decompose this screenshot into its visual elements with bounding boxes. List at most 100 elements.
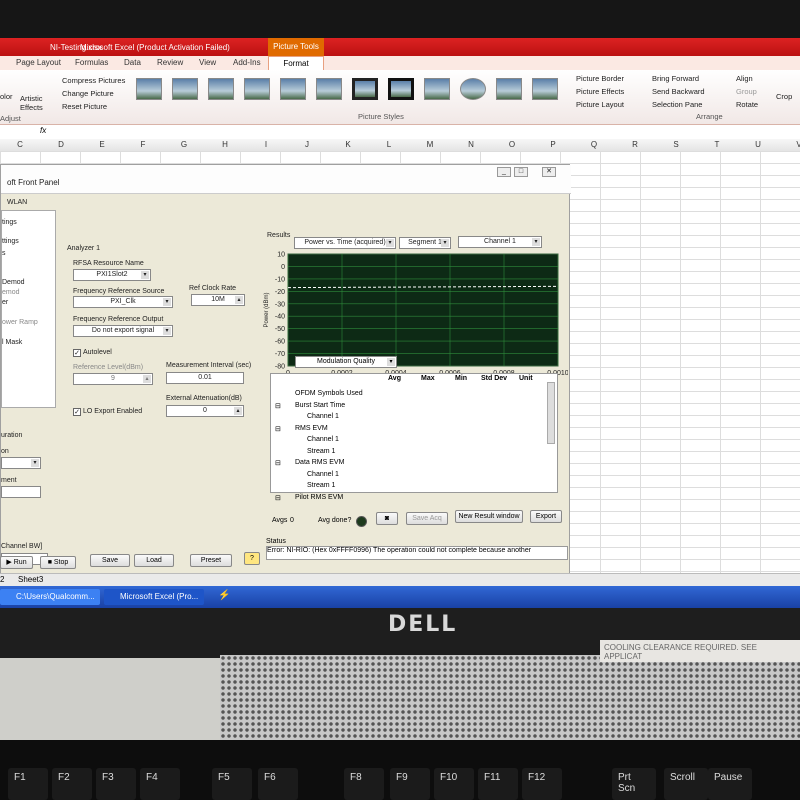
bring-forward-button[interactable]: Bring Forward — [652, 74, 699, 83]
picture-style-thumb[interactable] — [172, 78, 198, 100]
tab-view[interactable]: View — [199, 58, 216, 67]
key-scroll[interactable]: Scroll — [664, 768, 708, 800]
crop-button[interactable]: Crop — [776, 92, 792, 101]
column-header-u[interactable]: U — [738, 140, 778, 149]
picture-style-thumb[interactable] — [316, 78, 342, 100]
table-row[interactable]: Burst Start Time — [295, 402, 345, 409]
meas-interval-field[interactable]: 0.01 — [166, 372, 244, 384]
freq-ref-select[interactable]: PXI_Clk ▾ — [73, 296, 173, 308]
column-header-l[interactable]: L — [369, 140, 409, 149]
key-f10[interactable]: F10 — [434, 768, 474, 800]
picture-border-button[interactable]: Picture Border — [576, 74, 624, 83]
picture-style-thumb[interactable] — [352, 78, 378, 100]
column-header-r[interactable]: R — [615, 140, 655, 149]
table-row[interactable]: OFDM Symbols Used — [295, 390, 363, 397]
key-pause[interactable]: Pause — [708, 768, 752, 800]
autolevel-checkbox[interactable]: ✓ — [73, 349, 81, 357]
artistic-effects-button[interactable]: Artistic — [20, 94, 43, 103]
channel-select[interactable]: Channel 1 ▾ — [458, 236, 542, 248]
picture-style-thumb[interactable] — [532, 78, 558, 100]
list-item[interactable]: l Mask — [2, 339, 22, 346]
scrollbar[interactable] — [547, 382, 555, 444]
tab-format[interactable]: Format — [268, 56, 324, 70]
artistic-effects-button-line2[interactable]: Effects — [20, 103, 43, 112]
save-button[interactable]: Save — [90, 554, 130, 567]
key-f5[interactable]: F5 — [212, 768, 252, 800]
table-row[interactable]: Channel 1 — [307, 436, 339, 443]
key-f6[interactable]: F6 — [258, 768, 298, 800]
rotate-button[interactable]: Rotate — [736, 100, 758, 109]
key-f3[interactable]: F3 — [96, 768, 136, 800]
freq-out-select[interactable]: Do not export signal ▾ — [73, 325, 173, 337]
camera-button[interactable]: ◙ — [376, 512, 398, 525]
help-button[interactable]: ? — [244, 552, 260, 565]
picture-style-thumb[interactable] — [280, 78, 306, 100]
column-header-v[interactable]: V — [779, 140, 800, 149]
collapse-icon[interactable]: ⊟ — [275, 459, 281, 467]
compress-pictures-button[interactable]: Compress Pictures — [62, 76, 125, 85]
key-f11[interactable]: F11 — [478, 768, 518, 800]
group-button[interactable]: Group — [736, 87, 757, 96]
key-f2[interactable]: F2 — [52, 768, 92, 800]
column-header-h[interactable]: H — [205, 140, 245, 149]
table-row[interactable]: Pilot RMS EVM — [295, 494, 343, 501]
modulation-select[interactable]: Modulation Quality ▾ — [295, 356, 397, 368]
table-row[interactable]: Channel 1 — [307, 471, 339, 478]
key-f1[interactable]: F1 — [8, 768, 48, 800]
column-header-i[interactable]: I — [246, 140, 286, 149]
column-header-m[interactable]: M — [410, 140, 450, 149]
table-row[interactable]: Channel 1 — [307, 413, 339, 420]
picture-style-thumb[interactable] — [244, 78, 270, 100]
list-item[interactable]: Demod — [2, 279, 25, 286]
picture-style-thumb[interactable] — [496, 78, 522, 100]
taskbar-item-excel[interactable]: Microsoft Excel (Pro... — [104, 589, 204, 605]
sheet-tab-2[interactable]: 2 — [0, 575, 4, 584]
picture-style-thumb[interactable] — [460, 78, 486, 100]
column-header-t[interactable]: T — [697, 140, 737, 149]
align-button[interactable]: Align — [736, 74, 753, 83]
tab-data[interactable]: Data — [124, 58, 141, 67]
ref-level-field[interactable]: 9 ▴ — [73, 373, 153, 385]
reset-picture-button[interactable]: Reset Picture — [62, 102, 107, 111]
key-prt-scn[interactable]: Prt Scn — [612, 768, 656, 800]
tab-formulas[interactable]: Formulas — [75, 58, 108, 67]
change-picture-button[interactable]: Change Picture — [62, 89, 114, 98]
tab-add-ins[interactable]: Add-Ins — [233, 58, 261, 67]
taskbar-item-explorer[interactable]: C:\Users\Qualcomm... — [0, 589, 100, 605]
table-row[interactable]: Stream 1 — [307, 482, 335, 489]
column-header-e[interactable]: E — [82, 140, 122, 149]
picture-layout-button[interactable]: Picture Layout — [576, 100, 624, 109]
export-button[interactable]: Export — [530, 510, 562, 523]
collapse-icon[interactable]: ⊟ — [275, 402, 281, 410]
list-item[interactable]: s — [2, 250, 6, 257]
column-header-q[interactable]: Q — [574, 140, 614, 149]
tab-page-layout[interactable]: Page Layout — [16, 58, 61, 67]
column-header-p[interactable]: P — [533, 140, 573, 149]
table-row[interactable]: Stream 1 — [307, 448, 335, 455]
close-icon[interactable]: ✕ — [542, 167, 556, 177]
collapse-icon[interactable]: ⊟ — [275, 494, 281, 502]
save-acq-button[interactable]: Save Acq — [406, 512, 448, 525]
run-button[interactable]: ▶ Run — [0, 556, 33, 569]
key-f9[interactable]: F9 — [390, 768, 430, 800]
maximize-icon[interactable]: □ — [514, 167, 528, 177]
results-table[interactable]: Avg Max Min Std Dev Unit OFDM Symbols Us… — [270, 373, 558, 502]
tab-review[interactable]: Review — [157, 58, 183, 67]
collapse-icon[interactable]: ⊟ — [275, 425, 281, 433]
column-header-c[interactable]: C — [0, 140, 40, 149]
table-row[interactable]: RMS EVM — [295, 425, 328, 432]
list-item[interactable]: ttings — [2, 238, 19, 245]
column-header-s[interactable]: S — [656, 140, 696, 149]
column-header-o[interactable]: O — [492, 140, 532, 149]
column-header-k[interactable]: K — [328, 140, 368, 149]
send-backward-button[interactable]: Send Backward — [652, 87, 705, 96]
picture-style-thumb[interactable] — [424, 78, 450, 100]
column-header-n[interactable]: N — [451, 140, 491, 149]
config-dropdown[interactable]: ▾ — [1, 457, 41, 469]
column-header-f[interactable]: F — [123, 140, 163, 149]
column-header-d[interactable]: D — [41, 140, 81, 149]
load-button[interactable]: Load — [134, 554, 174, 567]
key-f12[interactable]: F12 — [522, 768, 562, 800]
ext-att-field[interactable]: 0 ▴ — [166, 405, 244, 417]
key-f4[interactable]: F4 — [140, 768, 180, 800]
